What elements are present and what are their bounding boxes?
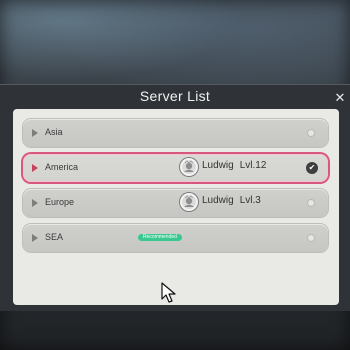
server-row-america[interactable]: America Ludwig Lvl.12 ✔ — [23, 154, 328, 182]
server-name: Asia — [45, 127, 63, 137]
server-row-europe[interactable]: Europe Ludwig Lvl.3 — [23, 189, 328, 217]
server-name: Europe — [45, 197, 75, 207]
player-level: Lvl.3 — [239, 195, 261, 206]
server-row-asia[interactable]: Asia — [23, 119, 328, 147]
mouse-cursor-icon — [161, 282, 176, 303]
status-dot-icon — [308, 235, 314, 241]
flag-icon — [32, 234, 38, 242]
avatar-icon — [182, 195, 196, 209]
recommended-badge: Recommended — [138, 234, 182, 241]
status-dot-icon — [308, 130, 314, 136]
avatar — [180, 193, 198, 211]
status-dot-icon — [308, 200, 314, 206]
avatar-icon — [182, 160, 196, 174]
dialog-title: Server List — [139, 88, 211, 104]
avatar — [180, 158, 198, 176]
flag-icon — [32, 129, 38, 137]
check-icon: ✔ — [306, 162, 318, 174]
flag-icon — [32, 164, 38, 172]
close-icon[interactable]: ✕ — [333, 91, 347, 105]
player-level: Lvl.12 — [239, 160, 267, 171]
player-name: Ludwig — [202, 195, 234, 206]
player-info: Ludwig Lvl.3 — [202, 195, 261, 206]
flag-icon — [32, 199, 38, 207]
server-name: SEA — [45, 232, 64, 242]
server-name: America — [45, 162, 79, 172]
player-info: Ludwig Lvl.12 — [202, 160, 266, 171]
server-row-sea[interactable]: SEA Recommended — [23, 224, 328, 252]
server-list: Asia America Ludwig Lvl.12 ✔ Europe Ludw… — [13, 109, 339, 305]
player-name: Ludwig — [202, 160, 234, 171]
